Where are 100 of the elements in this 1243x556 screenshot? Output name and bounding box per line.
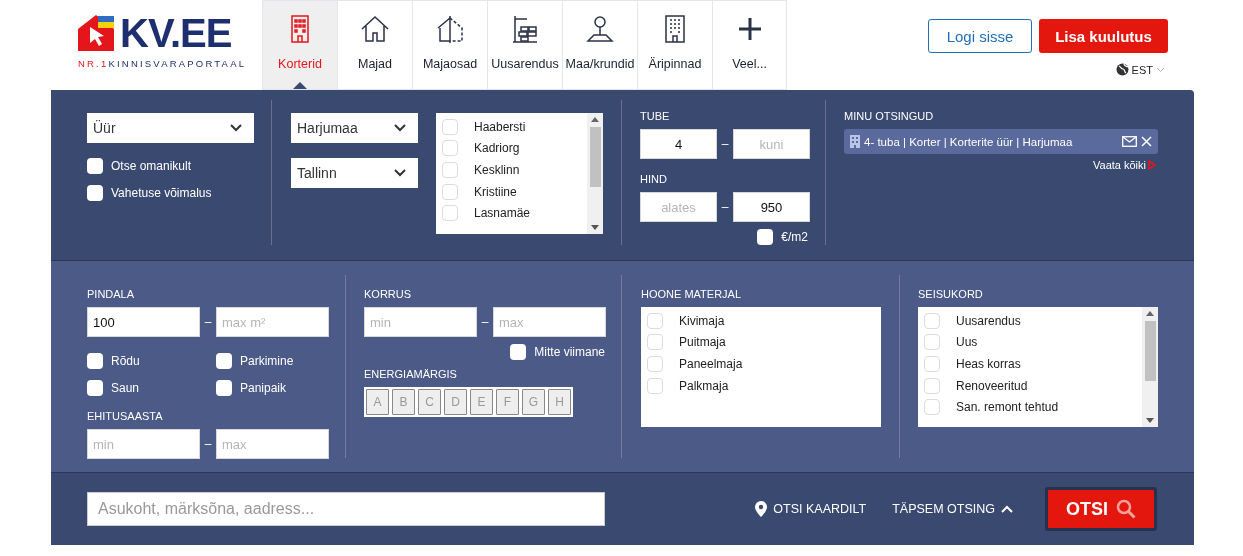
saved-search-item[interactable]: 4- tuba | Korter | Korterite üür | Harjumaa <box>844 129 1158 154</box>
checkbox[interactable] <box>442 118 458 135</box>
section-title: MINU OTSINGUD <box>844 110 935 123</box>
input-field[interactable]: 4 <box>640 129 717 159</box>
checkbox[interactable] <box>87 157 103 174</box>
chevron-down-icon <box>394 169 406 177</box>
range-separator: – <box>203 436 213 453</box>
category-tab[interactable]: Uusarendus <box>487 0 562 90</box>
scrollbar[interactable] <box>587 113 603 234</box>
checkbox[interactable] <box>216 379 232 396</box>
checkbox-label: Parkimine <box>240 353 294 368</box>
range-separator: – <box>203 314 213 331</box>
input-field[interactable]: alates <box>640 192 717 222</box>
checkbox-label: Vahetuse võimalus <box>111 185 212 200</box>
checkbox[interactable] <box>216 352 232 369</box>
checkbox[interactable] <box>924 399 940 416</box>
field-label: KORRUS <box>364 288 413 301</box>
input-field[interactable]: 950 <box>733 192 810 222</box>
category-tab[interactable]: Maa/krundid <box>562 0 637 90</box>
map-pin-icon <box>755 501 768 517</box>
triangle-right-icon <box>1148 160 1156 170</box>
checkbox[interactable] <box>647 312 663 329</box>
input-field[interactable]: max m² <box>216 307 329 337</box>
checkbox[interactable] <box>924 334 940 351</box>
search-field[interactable]: Asukoht, märksõna, aadress... <box>87 492 605 526</box>
input-field[interactable]: min <box>364 307 477 337</box>
checkbox[interactable] <box>442 183 458 200</box>
checkbox[interactable] <box>647 377 663 394</box>
house-icon <box>359 13 391 45</box>
category-tab[interactable]: Majad <box>337 0 412 90</box>
advanced-search-link[interactable]: TÄPSEM OTSING <box>892 502 1013 516</box>
checkbox-label: Lasnamäe <box>474 206 531 221</box>
input-field[interactable]: min <box>87 429 200 459</box>
checkbox[interactable] <box>442 140 458 157</box>
checkbox-label: Kesklinn <box>474 163 520 177</box>
category-tab[interactable]: Korterid <box>262 0 337 90</box>
view-all-link[interactable]: Vaata kõiki <box>1093 159 1156 171</box>
input-field[interactable]: max <box>493 307 606 337</box>
input-field[interactable]: max <box>216 429 329 459</box>
range-separator: – <box>720 199 730 216</box>
close-icon <box>1141 136 1152 147</box>
checkbox-label: Paneelmaja <box>679 357 743 371</box>
scroll-down-icon <box>1146 418 1154 423</box>
checkbox-label: Otse omanikult <box>111 158 192 173</box>
checkbox[interactable] <box>924 377 940 394</box>
globe-icon <box>1115 63 1129 76</box>
checkbox-label: Panipaik <box>240 380 287 395</box>
chevron-down-icon <box>394 124 406 132</box>
checkbox[interactable] <box>87 379 103 396</box>
checkbox[interactable] <box>510 343 527 360</box>
dropdown[interactable]: Harjumaa <box>291 113 418 143</box>
search-icon <box>1116 499 1136 519</box>
checkbox[interactable] <box>647 356 663 372</box>
checkbox-label: Uus <box>956 335 978 350</box>
dropdown[interactable]: Üür <box>87 113 254 143</box>
category-tab[interactable]: Majaosad <box>412 0 487 90</box>
scroll-down-icon <box>591 225 599 230</box>
input-field[interactable]: 100 <box>87 307 200 337</box>
logo-tagline: KINNISVARAPORTAAL <box>108 58 247 69</box>
checkbox-label: Palkmaja <box>679 378 729 393</box>
checkbox-label: Mitte viimane <box>534 344 605 359</box>
checkbox-label: Saun <box>111 380 140 395</box>
language-selector[interactable]: EST <box>1115 63 1165 76</box>
search-button[interactable]: OTSI <box>1045 487 1157 531</box>
range-separator: – <box>480 314 490 331</box>
checkbox[interactable] <box>442 162 458 178</box>
checkbox[interactable] <box>442 205 458 222</box>
field-label: PINDALA <box>87 288 136 301</box>
checkbox[interactable] <box>87 184 103 201</box>
logo-tagline-number: NR.1 <box>78 58 109 69</box>
checkbox[interactable] <box>87 352 103 369</box>
chevron-up-icon <box>1001 505 1013 513</box>
category-tab[interactable]: Veel... <box>712 0 787 90</box>
field-label: TUBE <box>640 110 671 123</box>
mail-icon <box>1122 136 1137 147</box>
input-field[interactable]: kuni <box>733 129 810 159</box>
checkbox[interactable] <box>924 356 940 372</box>
range-separator: – <box>720 136 730 153</box>
tree-plot-icon <box>584 13 616 45</box>
checkbox-label: Kivimaja <box>679 313 725 328</box>
checkbox[interactable] <box>757 228 774 245</box>
checkbox-label: Haabersti <box>474 119 526 134</box>
logo-text: KV.EE <box>120 15 232 51</box>
building-icon <box>850 135 860 148</box>
checkbox[interactable] <box>924 312 940 329</box>
checkbox-label: Kristiine <box>474 184 517 199</box>
map-search-link[interactable]: OTSI KAARDILT <box>755 501 867 517</box>
field-label: HIND <box>640 173 668 186</box>
checkbox[interactable] <box>647 334 663 351</box>
scrollbar[interactable] <box>1142 307 1158 427</box>
checkbox-label: Kadriorg <box>474 141 520 156</box>
category-tab[interactable]: Äripinnad <box>637 0 712 90</box>
login-button[interactable]: Logi sisse <box>928 19 1032 53</box>
dropdown[interactable]: Tallinn <box>291 158 418 188</box>
chevron-down-icon <box>230 124 242 132</box>
field-label: HOONE MATERJAL <box>641 288 743 301</box>
checkbox-label: Puitmaja <box>679 335 726 350</box>
checkbox-label: Uusarendus <box>956 313 1021 328</box>
add-listing-button[interactable]: Lisa kuulutus <box>1039 19 1168 53</box>
checkbox-label: Renoveeritud <box>956 378 1028 393</box>
